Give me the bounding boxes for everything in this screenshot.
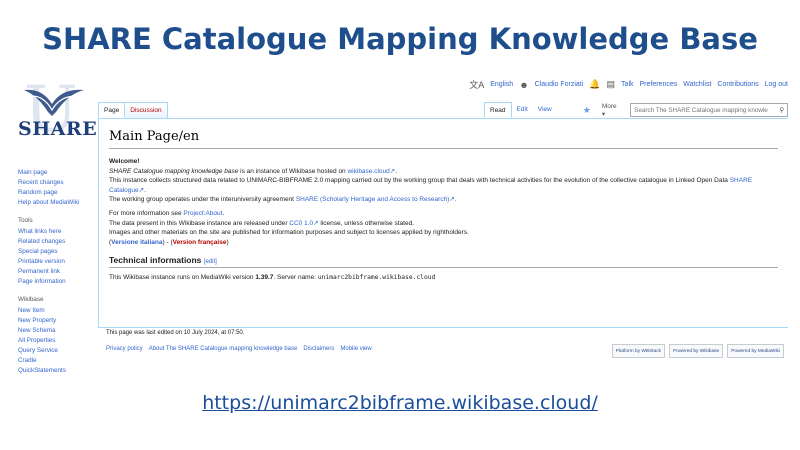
footer-badges: Platform by WBStack Powered by Wikibase … [611,344,784,358]
sidebar-heading-wikibase: Wikibase [18,296,44,303]
sidebar-heading-tools: Tools [18,217,33,224]
tray-icon[interactable]: ▤ [607,79,616,90]
more-info-text: For more information see [109,209,184,217]
page-content: Main Page/en Welcome! SHARE Catalogue ma… [98,118,788,328]
browser-screenshot: U SHARE 文A English ☻ Claudio Forziati 🔔 … [12,72,788,382]
contributions-link[interactable]: Contributions [717,81,758,88]
namespace-tabs: Page Discussion [98,102,168,118]
footer-link-privacy[interactable]: Privacy policy [106,346,143,352]
language-link[interactable]: English [490,81,513,88]
search-icon[interactable]: ⚲ [779,107,784,114]
sidebar-item-main-page[interactable]: Main page [18,168,98,178]
sidebar-item-cradle[interactable]: Cradle [18,356,98,366]
mediawiki-badge[interactable]: Powered by MediaWiki [727,344,784,358]
external-link-icon: ↗ [389,167,396,175]
working-group-text: The working group operates under the int… [109,196,296,204]
user-link[interactable]: Claudio Forziati [535,81,584,88]
footer-link-mobile-view[interactable]: Mobile view [340,346,371,352]
search-box: ⚲ [630,103,788,117]
tab-read[interactable]: Read [484,102,512,118]
talk-link[interactable]: Talk [621,81,633,88]
language-icon[interactable]: 文A [469,78,484,91]
welcome-text: Welcome! [109,158,140,165]
wbstack-badge[interactable]: Platform by WBStack [611,344,666,358]
section-edit-link[interactable]: edit [205,259,215,265]
sidebar-item-quickstatements[interactable]: QuickStatements [18,366,98,376]
slide-title: SHARE Catalogue Mapping Knowledge Base [42,22,758,56]
sidebar: Main page Recent changes Random page Hel… [18,168,98,376]
mediawiki-version: 1.39.7 [255,274,274,282]
search-input[interactable] [634,106,775,114]
section-heading: Technical informations [edit] [109,255,778,269]
sidebar-item-recent-changes[interactable]: Recent changes [18,178,98,188]
sidebar-item-related-changes[interactable]: Related changes [18,237,98,247]
site-logo[interactable]: U SHARE [16,78,98,158]
logout-link[interactable]: Log out [765,81,788,88]
sidebar-item-new-item[interactable]: New Item [18,306,98,316]
logo-text: SHARE [18,118,98,140]
intro-text: is an instance of Wikibase hosted on [238,167,348,175]
page-title: Main Page/en [109,129,778,149]
wikibase-cloud-link[interactable]: wikibase.cloud [347,168,389,175]
sidebar-item-new-schema[interactable]: New Schema [18,326,98,336]
footer-link-disclaimers[interactable]: Disclaimers [303,346,334,352]
sidebar-item-help[interactable]: Help about MediaWiki [18,198,98,208]
sidebar-item-special-pages[interactable]: Special pages [18,247,98,257]
bell-icon[interactable]: 🔔 [589,79,600,90]
user-icon: ☻ [519,79,529,90]
personal-tools: 文A English ☻ Claudio Forziati 🔔 ▤ Talk P… [469,78,788,91]
tab-view-history[interactable]: View history [533,102,577,125]
tech-text-1: This Wikibase instance runs on MediaWiki… [109,274,256,282]
external-link-icon: ↗ [138,186,145,194]
version-separator: - [164,238,171,246]
site-url[interactable]: https://unimarc2bibframe.wikibase.cloud/ [0,392,800,414]
project-about-link[interactable]: Project:About [183,210,222,217]
watchlist-link[interactable]: Watchlist [683,81,711,88]
section-title: Technical informations [109,255,202,266]
license-text-1: The data present in this Wikibase instan… [109,219,290,227]
tab-page[interactable]: Page [98,102,126,118]
wikibase-badge[interactable]: Powered by Wikibase [669,344,724,358]
last-edited-text: This page was last edited on 10 July 202… [106,330,245,336]
watch-star-icon[interactable]: ★ [577,105,597,116]
sidebar-item-new-property[interactable]: New Property [18,316,98,326]
sidebar-item-random-page[interactable]: Random page [18,188,98,198]
more-menu[interactable]: More ▾ [597,103,626,118]
intro-italic: SHARE Catalogue mapping knowledge base [109,167,239,175]
versione-italiana-link[interactable]: Versione italiana [111,239,162,246]
sidebar-item-permanent-link[interactable]: Permanent link [18,267,98,277]
preferences-link[interactable]: Preferences [640,81,678,88]
wing-icon [24,89,84,116]
collection-text: This instance collects structured data r… [109,177,730,185]
tab-edit[interactable]: Edit [512,102,533,118]
tab-discussion[interactable]: Discussion [125,102,168,118]
license-text-2: license, unless otherwise stated. [318,219,414,227]
view-tabs: Read Edit View history ★ More ▾ ⚲ [484,102,788,125]
external-link-icon: ↗ [449,196,455,204]
cc0-link[interactable]: CC0 1.0 [289,220,313,227]
server-name: unimarc2bibframe.wikibase.cloud [317,274,436,282]
sidebar-item-query-service[interactable]: Query Service [18,346,98,356]
version-francaise-link[interactable]: Version française [173,239,227,246]
sidebar-item-what-links-here[interactable]: What links here [18,227,98,237]
share-agreement-link[interactable]: SHARE (Scholarly Heritage and Access to … [296,196,450,203]
sidebar-item-page-information[interactable]: Page information [18,277,98,287]
images-text: Images and other materials on the site a… [109,229,469,237]
footer-link-about[interactable]: About The SHARE Catalogue mapping knowle… [149,346,298,352]
sidebar-item-printable-version[interactable]: Printable version [18,257,98,267]
sidebar-item-all-properties[interactable]: All Properties [18,336,98,346]
page-footer: This page was last edited on 10 July 202… [106,330,372,352]
tech-text-2: . Server name: [273,274,318,282]
